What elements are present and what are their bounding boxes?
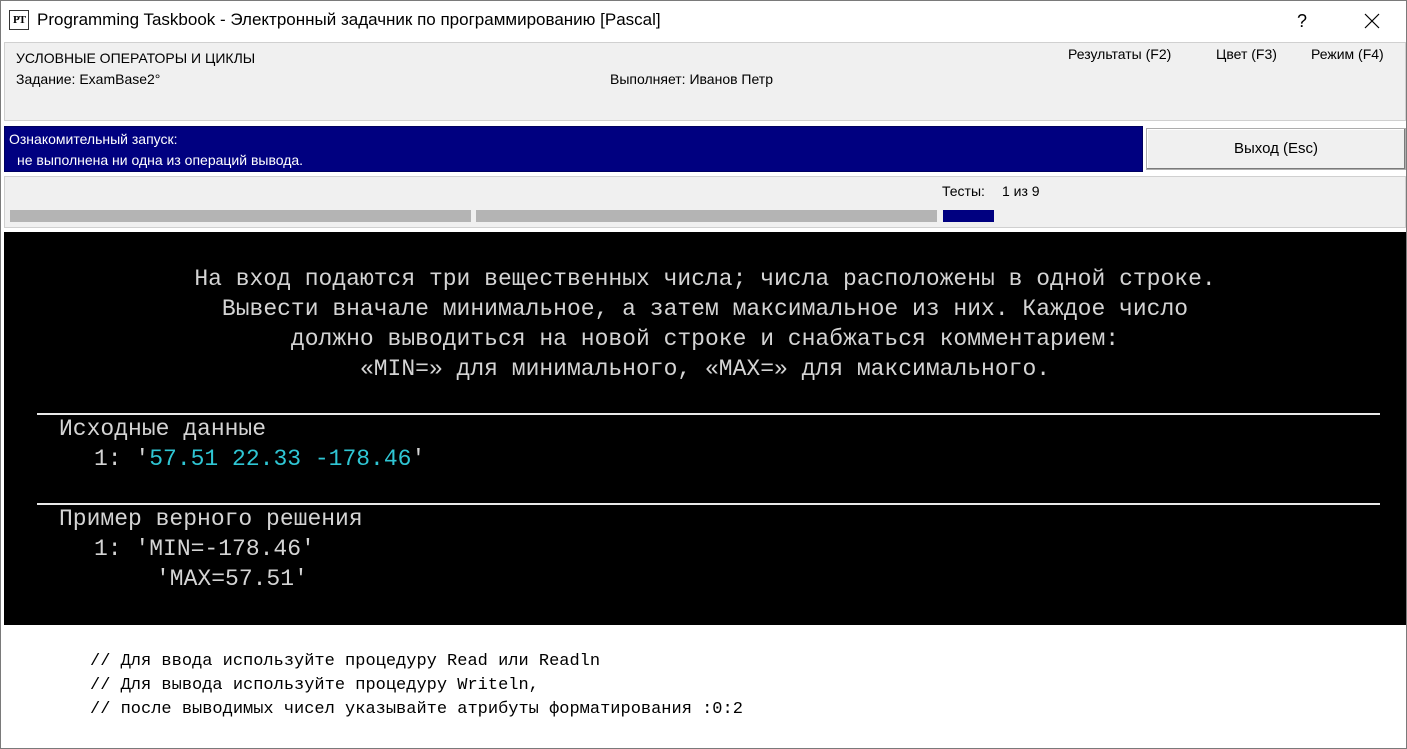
task-name: Задание: ExamBase2° xyxy=(16,71,161,87)
title-bar: PT Programming Taskbook - Электронный за… xyxy=(1,1,1406,41)
task-description-line: На вход подаются три вещественных числа;… xyxy=(194,266,1216,292)
example-section-title: Пример верного решения xyxy=(59,506,363,532)
input-section-title: Исходные данные xyxy=(59,416,267,442)
app-window: PT Programming Taskbook - Электронный за… xyxy=(0,0,1407,749)
task-description-line: должно выводиться на новой строке и снаб… xyxy=(290,326,1120,352)
help-button[interactable]: ? xyxy=(1277,1,1327,41)
status-message-box: Ознакомительный запуск: не выполнена ни … xyxy=(4,126,1143,172)
tests-label: Тесты: xyxy=(942,183,985,199)
mode-menu-link[interactable]: Режим (F4) xyxy=(1311,46,1384,62)
app-icon: PT xyxy=(9,10,29,30)
hint-comments: // Для ввода используйте процедуру Read … xyxy=(4,627,1406,747)
window-title: Programming Taskbook - Электронный задач… xyxy=(37,10,661,29)
hint-comment-line: // Для вывода используйте процедуру Writ… xyxy=(90,676,539,695)
input-data-line: 1: '57.51 22.33 -178.46' xyxy=(94,444,425,474)
hint-comment-line: // Для ввода используйте процедуру Read … xyxy=(90,652,601,671)
example-output-line-2: 'MAX=57.51' xyxy=(156,566,308,592)
progress-segment-pending-1 xyxy=(10,210,471,222)
input-line-prefix: 1: ' xyxy=(94,446,150,472)
close-button[interactable] xyxy=(1347,1,1397,41)
task-console: На вход подаются три вещественных числа;… xyxy=(4,232,1406,625)
progress-segment-current xyxy=(943,210,994,222)
tests-count: 1 из 9 xyxy=(1002,183,1040,199)
example-output-line-1: 1: 'MIN=-178.46' xyxy=(94,536,315,562)
status-line-1: Ознакомительный запуск: xyxy=(9,131,178,147)
task-description-line: Вывести вначале минимальное, а затем мак… xyxy=(221,296,1189,322)
exit-button[interactable]: Выход (Esc) xyxy=(1146,128,1406,170)
color-menu-link[interactable]: Цвет (F3) xyxy=(1216,46,1277,62)
close-icon xyxy=(1364,13,1380,29)
header-panel: УСЛОВНЫЕ ОПЕРАТОРЫ И ЦИКЛЫ Задание: Exam… xyxy=(4,42,1406,121)
input-line-suffix: ' xyxy=(411,446,426,472)
tests-panel: Тесты: 1 из 9 xyxy=(4,176,1406,228)
task-description-line: «MIN=» для минимального, «MAX=» для макс… xyxy=(359,356,1051,382)
input-values: 57.51 22.33 -178.46 xyxy=(149,446,412,472)
status-line-2: не выполнена ни одна из операций вывода. xyxy=(17,152,304,168)
progress-segment-pending-2 xyxy=(476,210,937,222)
section-title: УСЛОВНЫЕ ОПЕРАТОРЫ И ЦИКЛЫ xyxy=(16,50,256,66)
performer-name: Выполняет: Иванов Петр xyxy=(610,71,774,87)
hint-comment-line: // после выводимых чисел указывайте атри… xyxy=(90,700,743,719)
results-menu-link[interactable]: Результаты (F2) xyxy=(1068,46,1171,62)
